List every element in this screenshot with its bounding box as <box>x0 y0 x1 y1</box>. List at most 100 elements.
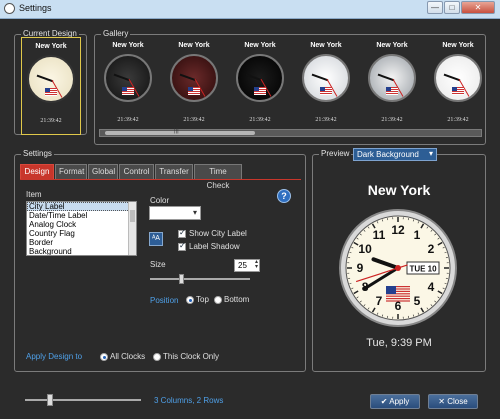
clock-number: 7 <box>376 294 383 308</box>
layout-text: 3 Columns, 2 Rows <box>154 396 224 405</box>
item-label: Item <box>26 190 42 199</box>
apply-this-clock-text: This Clock Only <box>163 352 220 361</box>
gallery-scrollbar[interactable]: ||| <box>99 128 482 137</box>
item-list-scroll-thumb[interactable] <box>130 210 135 222</box>
scroll-grip-icon: ||| <box>174 128 179 134</box>
minimize-button[interactable]: — <box>427 1 443 14</box>
color-dropdown[interactable]: ▾ <box>149 206 201 220</box>
help-icon[interactable]: ? <box>277 189 291 203</box>
close-icon: ✕ <box>438 397 445 406</box>
tab-format[interactable]: Format <box>55 164 87 179</box>
color-label: Color <box>150 196 170 205</box>
close-button[interactable]: ✕ Close <box>428 394 478 409</box>
apply-button-label: Apply <box>389 397 410 406</box>
gallery-item-city: New York <box>112 42 144 49</box>
show-city-label-text: Show City Label <box>189 229 247 238</box>
position-top-radio[interactable] <box>186 296 194 304</box>
gallery-item-time: 21:39:42 <box>249 117 271 123</box>
item-listbox[interactable]: City Label Date/Time Label Analog Clock Cou… <box>26 201 137 256</box>
gallery-item-time: 21:39:42 <box>117 117 139 123</box>
gallery-item[interactable]: New York 21:39:42 <box>365 37 419 135</box>
gallery-item[interactable]: New York 21:39:42 <box>431 37 485 135</box>
preview-analog-clock: 121234567891011TUE 10 <box>339 209 457 327</box>
gallery-item[interactable]: New York 21:39:42 <box>167 37 221 135</box>
tab-transfer[interactable]: Transfer <box>155 164 193 179</box>
tab-control[interactable]: Control <box>119 164 154 179</box>
size-value: 25 <box>238 261 247 270</box>
current-clock-time: 21:39:42 <box>40 118 62 124</box>
clock-number: 4 <box>428 280 435 294</box>
clock-number: 10 <box>358 242 372 256</box>
size-slider[interactable] <box>150 274 250 284</box>
flag-stripe <box>386 295 410 297</box>
current-design-clock[interactable]: New York 21:39:42 <box>21 37 81 135</box>
clock-app-icon <box>4 3 15 14</box>
tab-global[interactable]: Global <box>88 164 118 179</box>
flag-stripe <box>386 298 410 300</box>
apply-design-label: Apply Design to <box>26 352 83 361</box>
apply-this-clock-radio[interactable] <box>153 353 161 361</box>
tab-design[interactable]: Design <box>20 164 54 179</box>
gallery-item-city: New York <box>178 42 210 49</box>
flag-stripe <box>386 300 410 302</box>
position-bottom-text: Bottom <box>224 295 250 304</box>
current-clock-city: New York <box>35 43 67 50</box>
gallery-item-city: New York <box>376 42 408 49</box>
window-title: Settings <box>19 3 52 13</box>
size-spinbox[interactable]: 25 ▴ ▾ <box>234 259 260 272</box>
preview-city-label: New York <box>367 182 431 198</box>
clock-number: 9 <box>357 261 364 275</box>
position-label: Position <box>150 296 179 305</box>
layout-slider-track <box>25 399 141 401</box>
size-slider-track <box>150 278 250 280</box>
clock-number: 12 <box>391 223 405 237</box>
layout-slider-thumb[interactable] <box>47 394 53 406</box>
tab-time-check[interactable]: Time Check <box>194 164 242 190</box>
check-icon: ✔ <box>380 397 388 406</box>
size-slider-thumb[interactable] <box>178 274 184 284</box>
layout-slider[interactable] <box>25 394 141 406</box>
gallery-item-city: New York <box>310 42 342 49</box>
us-flag-icon <box>386 87 398 95</box>
flag-canton <box>386 286 396 294</box>
clock-number: 11 <box>373 228 386 242</box>
position-bottom-radio[interactable] <box>214 296 222 304</box>
clock-number: 5 <box>414 294 421 308</box>
background-dropdown-value: Dark Background <box>357 150 419 159</box>
settings-title: Settings <box>21 149 54 159</box>
maximize-button[interactable]: □ <box>444 1 460 14</box>
us-flag-icon <box>188 87 200 95</box>
spin-arrows-icon[interactable]: ▴ ▾ <box>255 259 258 270</box>
close-window-button[interactable]: ✕ <box>461 1 495 14</box>
gallery-scroll-thumb[interactable] <box>105 131 255 135</box>
gallery-item[interactable]: New York 21:39:42 <box>299 37 353 135</box>
background-dropdown[interactable]: Dark Background ▾ <box>353 148 437 161</box>
us-flag-icon <box>122 87 134 95</box>
show-city-label-checkbox[interactable] <box>178 228 186 238</box>
close-button-label: Close <box>447 397 468 406</box>
us-flag-icon <box>452 87 464 95</box>
clock-number: 2 <box>428 242 435 256</box>
gallery-item[interactable]: New York 21:39:42 <box>101 37 155 135</box>
list-item[interactable]: Background <box>27 247 136 255</box>
list-item[interactable]: Analog Clock <box>27 220 136 229</box>
list-item[interactable]: City Label <box>27 202 136 211</box>
clock-center-cap <box>395 265 401 271</box>
font-button[interactable]: ᴬA <box>149 232 163 246</box>
apply-button[interactable]: ✔ Apply <box>370 394 420 409</box>
title-bar: Settings — □ ✕ <box>0 0 500 19</box>
gallery-item-time: 21:39:42 <box>315 117 337 123</box>
list-item[interactable]: Country Flag <box>27 229 136 238</box>
item-list-scrollbar[interactable] <box>128 202 136 255</box>
us-flag-icon <box>45 88 57 96</box>
apply-all-clocks-radio[interactable] <box>100 353 108 361</box>
gallery-item-time: 21:39:42 <box>381 117 403 123</box>
label-shadow-checkbox[interactable] <box>178 241 186 251</box>
us-flag-icon <box>254 87 266 95</box>
list-item[interactable]: Date/Time Label <box>27 211 136 220</box>
list-item[interactable]: Border <box>27 238 136 247</box>
apply-all-clocks-text: All Clocks <box>110 352 146 361</box>
chevron-down-icon: ▾ <box>192 208 197 217</box>
preview-title: Preview <box>319 149 352 159</box>
gallery-item[interactable]: New York 21:39:42 <box>233 37 287 135</box>
